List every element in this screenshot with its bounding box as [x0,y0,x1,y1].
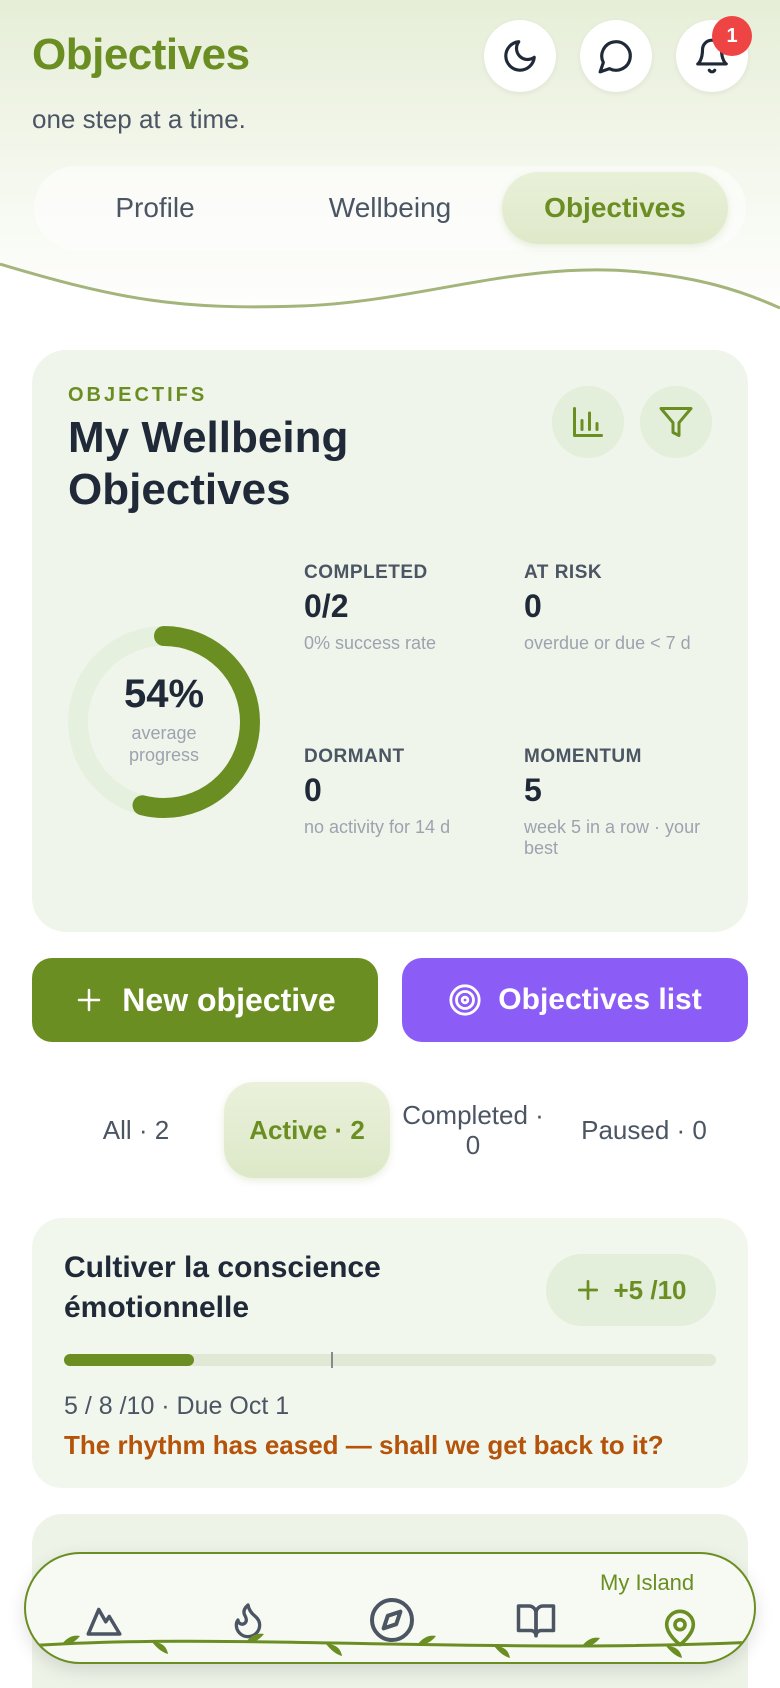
stat-sub: week 5 in a row · your best [524,817,701,858]
notification-badge: 1 [712,16,752,56]
stat-label: AT RISK [524,562,603,583]
stat-sub: no activity for 14 d [304,817,451,837]
objectives-list-button[interactable]: Objectives list [402,958,748,1042]
increment-progress-button[interactable]: +5 /10 [546,1254,716,1326]
objective-progress-fill [64,1354,195,1366]
objective-target-marker [331,1352,334,1368]
stat-value: 0 [304,772,322,808]
stat-label: DORMANT [304,746,405,767]
messages-button[interactable] [580,20,652,92]
stat-completed: COMPLETED 0/2 0% success rate [304,562,494,654]
stat-label: COMPLETED [304,562,428,583]
bar-chart-icon [573,407,603,437]
stat-value: 5 [524,772,542,808]
moon-icon [504,40,536,72]
stat-at-risk: AT RISK 0 overdue or due < 7 d [524,562,714,654]
target-icon [449,984,481,1016]
stat-dormant: DORMANT 0 no activity for 14 d [304,746,494,838]
vine-decoration [26,1633,754,1658]
tab-wellbeing[interactable]: Wellbeing [277,172,503,244]
filter-chip-paused[interactable]: Paused · 0 [566,1082,722,1178]
tab-objectives[interactable]: Objectives [502,172,728,244]
new-objective-label: New objective [122,981,336,1018]
objective-progress-bar [64,1352,716,1368]
stat-sub: overdue or due < 7 d [524,633,691,653]
tab-profile[interactable]: Profile [42,172,268,244]
objective-meta: 5 / 8 /10 · Due Oct 1 [64,1392,290,1420]
summary-title: My Wellbeing Objectives [68,413,349,514]
filter-icon [659,407,693,437]
stat-value: 0/2 [304,588,349,624]
progress-value: 54% [123,672,205,716]
plus-icon [78,988,101,1012]
stat-label: MOMENTUM [524,746,642,767]
chat-bubble-icon [598,40,632,74]
summary-eyebrow: OBJECTIFS [68,384,208,406]
section-tabs: Profile Wellbeing Objectives [34,166,746,250]
stat-sub: 0% success rate [304,633,437,653]
filter-button[interactable] [640,386,712,458]
filter-chip-active[interactable]: Active · 2 [224,1082,390,1178]
header-wave [0,262,780,320]
objective-title: Cultiver la conscience émotionnelle [64,1251,381,1324]
new-objective-button[interactable]: New objective [32,958,378,1042]
objectives-list-label: Objectives list [498,983,702,1016]
objective-nudge: The rhythm has eased — shall we get back… [64,1430,664,1460]
plus-icon [578,1279,599,1301]
nav-active-label: My Island [600,1570,695,1595]
stats-button[interactable] [552,386,624,458]
dark-mode-button[interactable] [484,20,556,92]
progress-label: average progress [128,723,200,765]
filter-chip-all[interactable]: All · 2 [66,1082,206,1178]
filter-chip-completed[interactable]: Completed · 0 [398,1082,548,1178]
page-subtitle: one step at a time. [32,104,246,134]
page-title: Objectives [32,30,250,79]
stat-value: 0 [524,588,542,624]
bottom-nav [24,1552,756,1664]
increment-label: +5 /10 [613,1274,687,1305]
stat-momentum: MOMENTUM 5 week 5 in a row · your best [524,746,704,859]
